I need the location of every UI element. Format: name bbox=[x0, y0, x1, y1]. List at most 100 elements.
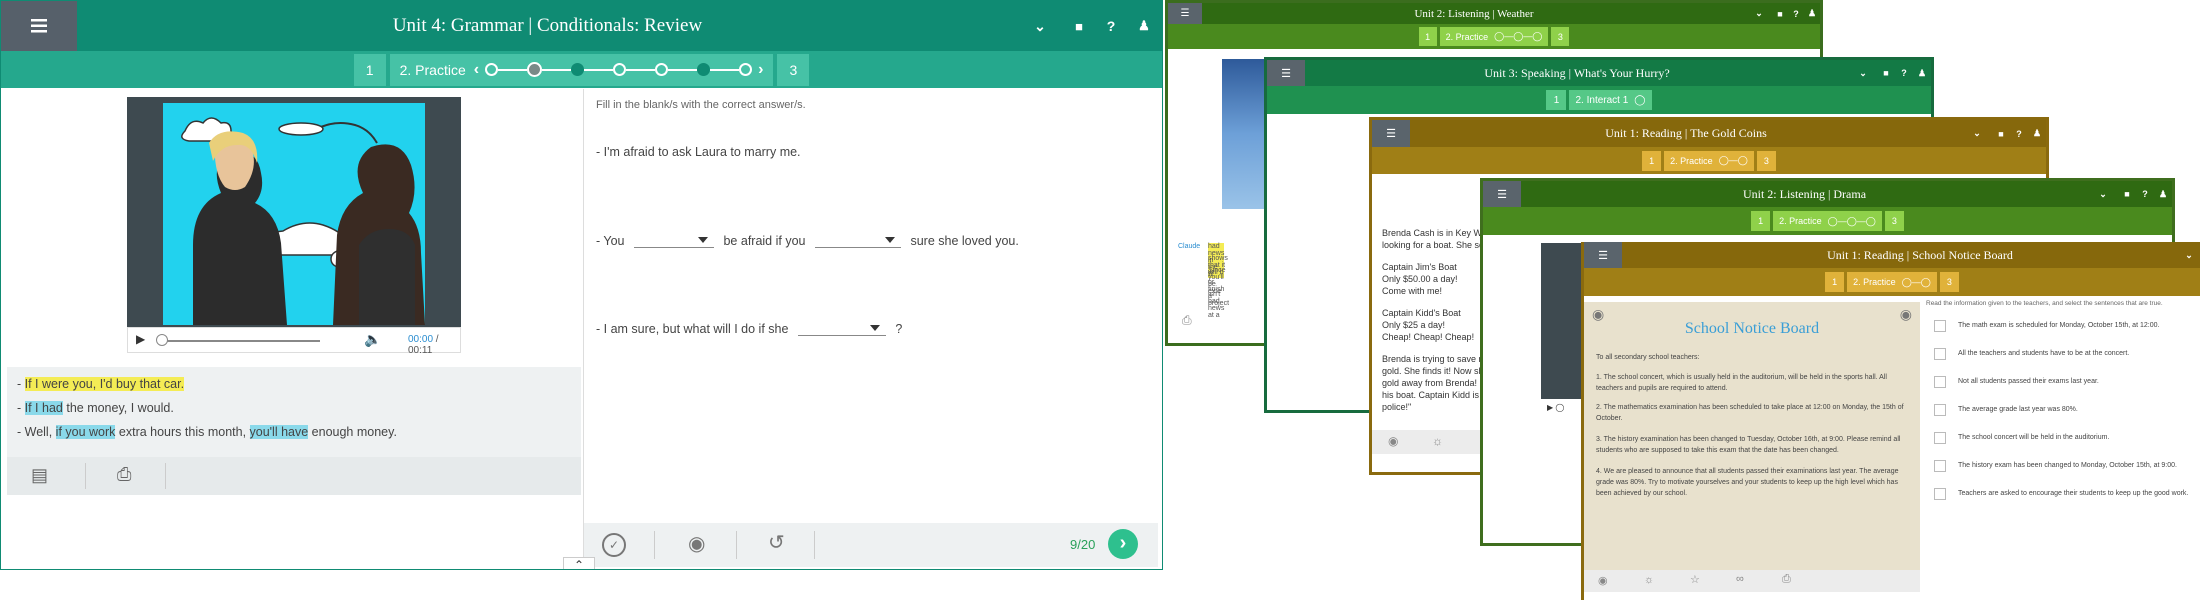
menu-button[interactable]: ☰ bbox=[1267, 60, 1305, 86]
step-3[interactable]: 3 bbox=[1939, 272, 1959, 292]
notes-icon[interactable]: ▤ bbox=[31, 465, 48, 486]
user-icon[interactable]: ♟ bbox=[1804, 8, 1820, 19]
chevron-down-icon[interactable]: ⌄ bbox=[1962, 128, 1992, 139]
examples-panel: - If I were you, I'd buy that car. - If … bbox=[7, 367, 581, 457]
chevron-down-icon[interactable]: ⌄ bbox=[1849, 68, 1877, 79]
book-icon[interactable]: ■ bbox=[1772, 9, 1788, 19]
dot[interactable] bbox=[655, 63, 669, 76]
answer-dropdown-1[interactable] bbox=[634, 231, 714, 248]
board-toolbar: ◉ ☼ ☆ ∞ ⎙ bbox=[1584, 570, 1920, 592]
board-item-2: 2. The mathematics examination has been … bbox=[1596, 404, 1904, 422]
chevron-right-icon[interactable]: › bbox=[758, 61, 763, 79]
help-icon[interactable]: ? bbox=[2010, 129, 2028, 139]
step-3[interactable]: 3 bbox=[1884, 211, 1904, 231]
instruction: Fill in the blank/s with the correct ans… bbox=[596, 99, 806, 111]
step-2-practice[interactable]: 2. Practice ‹ › bbox=[389, 53, 774, 86]
video-player[interactable]: ▶ 🔈 00:00 / 00:11 bbox=[127, 97, 461, 356]
print-icon[interactable]: ⎙ bbox=[117, 464, 131, 485]
step-2[interactable]: 2. Practice ◯—◯—◯ bbox=[1439, 27, 1549, 46]
help-icon[interactable]: ? bbox=[1895, 68, 1913, 78]
lightbulb-icon[interactable]: ☼ bbox=[1644, 574, 1654, 586]
video-controls: ▶ 🔈 00:00 / 00:11 bbox=[127, 327, 461, 356]
media-toolbar: ▤ ⎙ bbox=[7, 457, 581, 495]
step-2[interactable]: 2. Practice ◯—◯—◯ bbox=[1773, 211, 1882, 231]
step-1[interactable]: 1 bbox=[1418, 27, 1437, 46]
book-icon[interactable]: ■ bbox=[1877, 68, 1895, 78]
progress-dots bbox=[485, 62, 753, 77]
example-1: - If I were you, I'd buy that car. bbox=[17, 377, 185, 391]
board-title: School Notice Board bbox=[1684, 320, 1820, 337]
menu-button[interactable]: ☰ bbox=[1483, 181, 1521, 207]
dot[interactable] bbox=[739, 63, 753, 76]
chevron-down-icon[interactable]: ⌄ bbox=[1746, 8, 1772, 19]
board-item-1: 1. The school concert, which is usually … bbox=[1596, 374, 1887, 392]
video-frame bbox=[163, 103, 425, 325]
board-item-3: 3. The history examination has been chan… bbox=[1596, 436, 1901, 454]
video-time: 00:00 / 00:11 bbox=[408, 334, 439, 356]
answer-dropdown-2[interactable] bbox=[814, 231, 901, 248]
option-row[interactable]: The math exam is scheduled for Monday, O… bbox=[1922, 320, 2200, 340]
option-row[interactable]: Not all students passed their exams last… bbox=[1922, 376, 2200, 396]
step-1[interactable]: 1 bbox=[1642, 150, 1662, 171]
menu-button[interactable]: ☰ bbox=[1584, 242, 1622, 268]
step-3[interactable]: 3 bbox=[1756, 150, 1776, 171]
user-icon[interactable]: ♟ bbox=[1913, 68, 1931, 79]
print-icon[interactable]: ⎙ bbox=[1782, 573, 1791, 586]
step-1[interactable]: 1 bbox=[1825, 272, 1845, 292]
help-icon[interactable]: ? bbox=[1096, 18, 1126, 34]
step-1[interactable]: 1 bbox=[353, 53, 386, 86]
option-row[interactable]: The school concert will be held in the a… bbox=[1922, 432, 2200, 452]
step-2[interactable]: 2. Practice ◯—◯ bbox=[1847, 272, 1937, 292]
link-icon[interactable]: ∞ bbox=[1736, 573, 1744, 585]
book-icon[interactable]: ■ bbox=[2118, 189, 2136, 199]
step-1[interactable]: 1 bbox=[1546, 90, 1567, 110]
option-row[interactable]: The history exam has been changed to Mon… bbox=[1922, 460, 2200, 480]
chevron-down-icon[interactable]: ⌄ bbox=[2178, 250, 2200, 261]
chevron-left-icon[interactable]: ‹ bbox=[474, 61, 479, 79]
check-icon[interactable]: ✓ bbox=[602, 533, 626, 557]
collapse-tab[interactable]: ⌃ bbox=[563, 557, 595, 569]
print-icon[interactable]: ⎙ bbox=[1182, 313, 1192, 328]
help-icon[interactable]: ? bbox=[1788, 9, 1804, 19]
book-icon[interactable]: ■ bbox=[1062, 19, 1096, 34]
menu-button[interactable] bbox=[1, 1, 77, 51]
option-row[interactable]: The average grade last year was 80%. bbox=[1922, 404, 2200, 424]
headphones-icon[interactable]: ◉ bbox=[1388, 434, 1398, 448]
hamburger-icon bbox=[31, 19, 47, 33]
step-3[interactable]: 3 bbox=[777, 53, 810, 86]
chevron-down-icon[interactable]: ⌄ bbox=[2088, 189, 2118, 200]
volume-icon[interactable]: 🔈 bbox=[364, 331, 381, 348]
menu-button[interactable]: ☰ bbox=[1168, 3, 1202, 24]
user-icon[interactable]: ♟ bbox=[2154, 189, 2172, 200]
window-title: Unit 2: Listening | Weather bbox=[1414, 7, 1534, 20]
help-icon[interactable]: ? bbox=[2136, 189, 2154, 199]
option-row[interactable]: All the teachers and students have to be… bbox=[1922, 348, 2200, 368]
headphones-icon[interactable]: ◉ bbox=[1598, 574, 1608, 587]
dot[interactable] bbox=[697, 63, 711, 76]
book-icon[interactable]: ■ bbox=[1992, 129, 2010, 139]
dot[interactable] bbox=[613, 63, 627, 76]
user-icon[interactable]: ♟ bbox=[2028, 128, 2046, 139]
step-3[interactable]: 3 bbox=[1551, 27, 1570, 46]
star-icon[interactable]: ☆ bbox=[1690, 573, 1700, 586]
step-2[interactable]: 2. Practice ◯—◯ bbox=[1664, 150, 1754, 171]
dot[interactable] bbox=[485, 63, 499, 76]
score: 9/20 bbox=[1070, 537, 1096, 552]
chevron-down-icon[interactable]: ⌄ bbox=[1018, 18, 1062, 35]
seek-handle[interactable] bbox=[156, 334, 168, 346]
dot-current[interactable] bbox=[527, 62, 543, 77]
play-icon[interactable]: ▶ bbox=[136, 332, 145, 346]
next-button[interactable]: › bbox=[1108, 529, 1138, 559]
play-icon[interactable]: ▶ ◯ bbox=[1547, 403, 1564, 412]
eye-icon[interactable]: ◉ bbox=[688, 531, 705, 556]
option-row[interactable]: Teachers are asked to encourage their st… bbox=[1922, 488, 2200, 508]
seek-bar[interactable] bbox=[160, 340, 320, 342]
step-2[interactable]: 2. Interact 1 ◯ bbox=[1569, 90, 1652, 110]
user-icon[interactable]: ♟ bbox=[1126, 18, 1162, 34]
lightbulb-icon[interactable]: ☼ bbox=[1432, 434, 1443, 448]
answer-dropdown-3[interactable] bbox=[797, 319, 886, 336]
reset-icon[interactable]: ↺ bbox=[768, 530, 785, 555]
step-1[interactable]: 1 bbox=[1751, 211, 1771, 231]
dot[interactable] bbox=[571, 63, 585, 76]
menu-button[interactable]: ☰ bbox=[1372, 120, 1410, 147]
